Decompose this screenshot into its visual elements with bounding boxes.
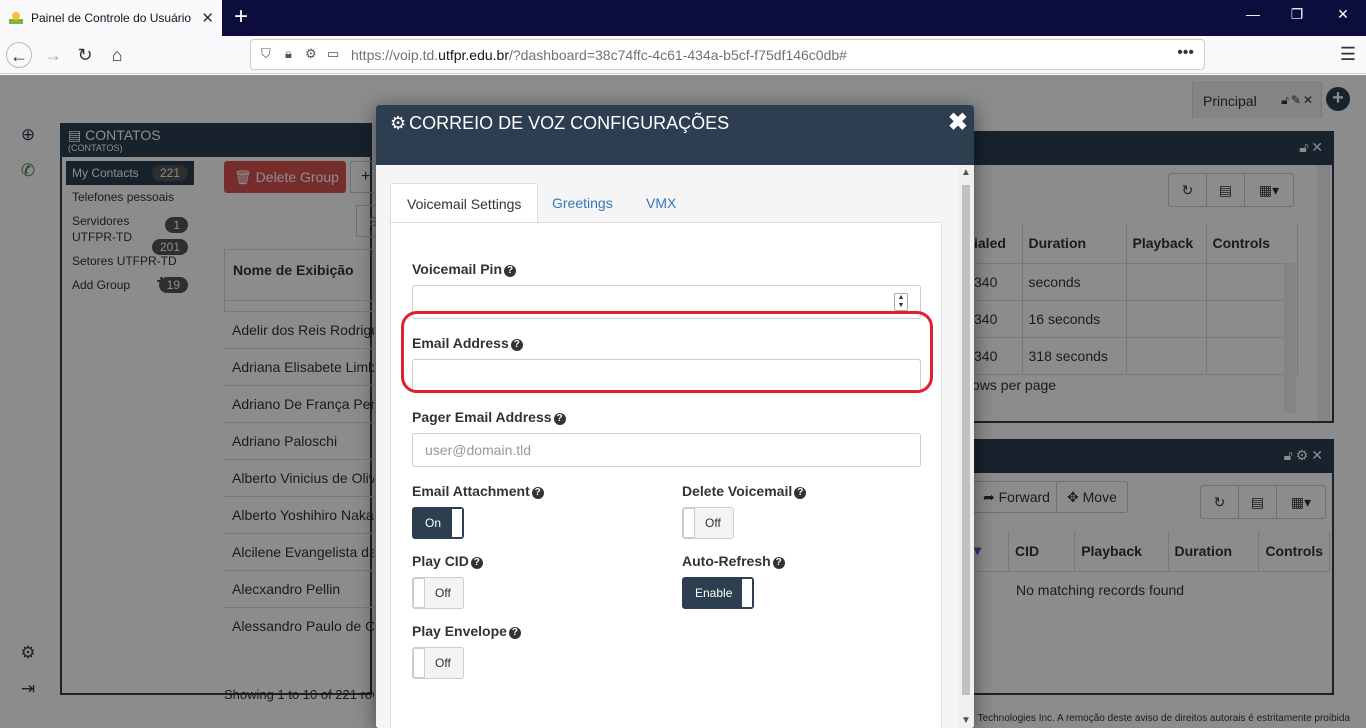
help-icon[interactable]: ?: [531, 487, 544, 499]
modal-header: ⚙ CORREIO DE VOZ CONFIGURAÇÕES ✖: [376, 105, 974, 165]
page-actions-icon[interactable]: •••: [1177, 44, 1194, 62]
minimize-icon[interactable]: —: [1238, 6, 1268, 22]
tab-close-icon[interactable]: ✕: [201, 9, 214, 27]
permissions-icon[interactable]: ⚙: [305, 46, 317, 62]
browser-tab-strip: Painel de Controle do Usuário ✕ + — ❐ ✕: [0, 0, 1366, 36]
tab-greetings[interactable]: Greetings: [536, 183, 629, 224]
gear-icon: ⚙: [390, 113, 407, 133]
help-icon[interactable]: ?: [772, 557, 785, 569]
site-favicon-icon: [9, 12, 23, 24]
help-icon[interactable]: ?: [508, 627, 521, 639]
tab-voicemail-settings[interactable]: Voicemail Settings: [390, 183, 539, 224]
email-attachment-label: Email Attachment?: [412, 483, 544, 499]
modal-tabs: Voicemail Settings Greetings VMX: [390, 183, 942, 224]
browser-nav-bar: ← → ↻ ⌂ ⛉ 🔒︎ ⚙ ▭ https://voip.td.utfpr.e…: [0, 36, 1366, 74]
help-icon[interactable]: ?: [470, 557, 483, 569]
modal-close-icon[interactable]: ✖: [948, 111, 968, 135]
shield-icon[interactable]: ⛉: [261, 46, 271, 62]
restore-icon[interactable]: ❐: [1282, 6, 1312, 23]
browser-tab[interactable]: Painel de Controle do Usuário ✕: [0, 0, 222, 36]
play-cid-toggle[interactable]: Off: [412, 577, 464, 609]
scroll-up-icon[interactable]: ▲: [961, 167, 971, 178]
pager-email-label: Pager Email Address?: [412, 409, 566, 425]
window-close-icon[interactable]: ✕: [1328, 6, 1358, 23]
url-text: https://voip.td.utfpr.edu.br/?dashboard=…: [351, 47, 847, 63]
toggle-state: Off: [435, 656, 451, 670]
voicemail-settings-pane: Voicemail Pin? ▲ ▼ Email Address? Pager E…: [390, 222, 942, 728]
toggle-state: On: [425, 516, 442, 530]
toggle-state: Enable: [695, 586, 733, 600]
email-attachment-toggle[interactable]: On: [412, 507, 464, 539]
scroll-down-icon[interactable]: ▼: [961, 715, 971, 726]
translate-icon[interactable]: ▭: [327, 46, 339, 62]
play-envelope-label: Play Envelope?: [412, 623, 521, 639]
toggle-state: Off: [705, 516, 721, 530]
number-spinner-icon[interactable]: ▲ ▼: [894, 293, 908, 311]
help-icon[interactable]: ?: [553, 413, 566, 425]
help-icon[interactable]: ?: [794, 487, 807, 499]
voicemail-settings-modal: ⚙ CORREIO DE VOZ CONFIGURAÇÕES ✖ Voicemai…: [376, 105, 974, 728]
modal-body: Voicemail Settings Greetings VMX Voicema…: [376, 165, 958, 728]
auto-refresh-label: Auto-Refresh?: [682, 553, 785, 569]
play-envelope-toggle[interactable]: Off: [412, 647, 464, 679]
home-icon[interactable]: ⌂: [104, 42, 130, 68]
lock-icon[interactable]: 🔒︎: [285, 46, 292, 62]
hamburger-menu-icon[interactable]: ☰: [1340, 44, 1356, 65]
scrollbar-thumb[interactable]: [962, 185, 970, 695]
new-tab-button[interactable]: +: [230, 4, 252, 30]
play-cid-label: Play CID?: [412, 553, 483, 569]
delete-voicemail-label: Delete Voicemail?: [682, 483, 807, 499]
auto-refresh-toggle[interactable]: Enable: [682, 577, 754, 609]
reload-icon[interactable]: ↻: [72, 42, 98, 68]
back-arrow-icon[interactable]: ←: [6, 42, 32, 68]
voicemail-pin-label: Voicemail Pin?: [412, 261, 516, 277]
voicemail-pin-highlight: [401, 311, 933, 393]
modal-scrollbar[interactable]: ▲ ▼: [958, 165, 974, 728]
delete-voicemail-toggle[interactable]: Off: [682, 507, 734, 539]
modal-title: ⚙ CORREIO DE VOZ CONFIGURAÇÕES: [390, 113, 730, 133]
forward-arrow-icon[interactable]: →: [40, 42, 66, 68]
tab-vmx[interactable]: VMX: [630, 183, 692, 224]
toggle-state: Off: [435, 586, 451, 600]
url-bar[interactable]: ⛉ 🔒︎ ⚙ ▭ https://voip.td.utfpr.edu.br/?d…: [250, 39, 1205, 70]
tab-title: Painel de Controle do Usuário: [31, 11, 191, 25]
help-icon[interactable]: ?: [504, 265, 516, 277]
pager-email-input[interactable]: user@domain.tld: [412, 433, 921, 467]
